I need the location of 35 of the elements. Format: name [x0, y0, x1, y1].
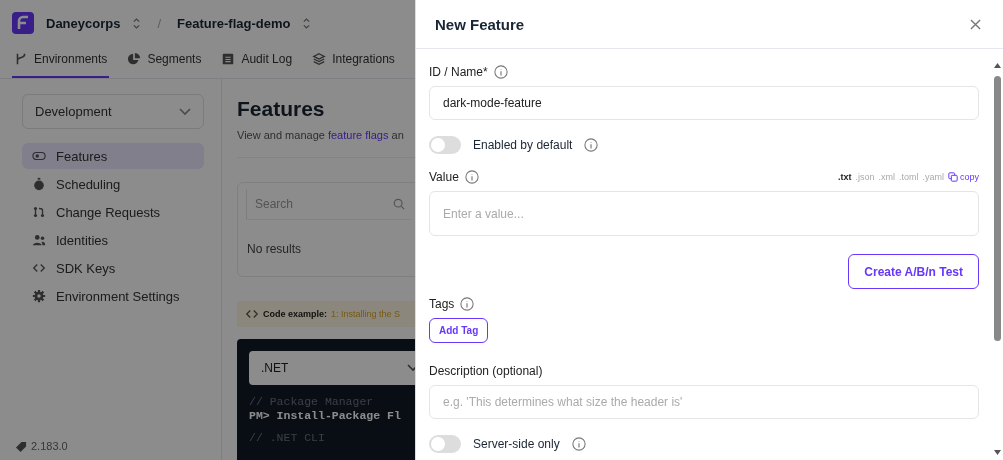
organization-name[interactable]: Daneycorps — [46, 15, 121, 31]
field-label: Value — [429, 170, 459, 184]
empty-message: No results — [246, 241, 303, 258]
field-label: ID / Name* — [429, 65, 488, 79]
drawer-title: New Feature — [435, 15, 525, 33]
field-label: Description (optional) — [429, 364, 543, 378]
nav-tab[interactable]: Integrations — [310, 46, 397, 78]
nav-tab[interactable]: Audit Log — [219, 46, 295, 78]
sidebar-item[interactable]: Features — [22, 143, 204, 169]
nav-tab[interactable]: Segments — [125, 46, 204, 78]
field-label: Tags — [429, 297, 455, 311]
breadcrumb-separator: / — [157, 15, 162, 31]
sidebar-item[interactable]: Environment Settings — [22, 283, 204, 309]
code-example-label: Code example: — [263, 309, 328, 319]
name-input[interactable]: dark-mode-feature — [429, 86, 979, 120]
nav-tab[interactable]: Environments — [12, 46, 110, 78]
code-line: PM> Install-Package Fl — [249, 409, 402, 422]
copy-link[interactable]: copy — [948, 172, 979, 182]
toggle-label: Server-side only — [473, 437, 560, 451]
feature-flags-link[interactable]: feature flags — [327, 129, 389, 141]
create-ab-test-button[interactable]: Create A/B/n Test — [848, 254, 979, 289]
language-select[interactable]: .NET — [249, 351, 415, 385]
toggle-label: Enabled by default — [473, 138, 573, 152]
format-option[interactable]: .txt — [837, 172, 852, 182]
version-text: 2.183.0 — [31, 440, 68, 452]
sidebar-item[interactable]: SDK Keys — [22, 255, 204, 281]
environment-select[interactable]: Development — [22, 94, 204, 129]
page-title: Features — [237, 97, 326, 121]
sidebar-item[interactable]: Scheduling — [22, 171, 204, 197]
project-name[interactable]: Feature-flag-demo — [177, 15, 291, 31]
sidebar-item[interactable]: Identities — [22, 227, 204, 253]
sidebar-item[interactable]: Change Requests — [22, 199, 204, 225]
add-tag-button[interactable]: Add Tag — [429, 318, 489, 343]
description-input[interactable]: e.g. 'This determines what size the header is' — [429, 385, 979, 419]
value-input[interactable]: Enter a value... — [429, 191, 979, 236]
